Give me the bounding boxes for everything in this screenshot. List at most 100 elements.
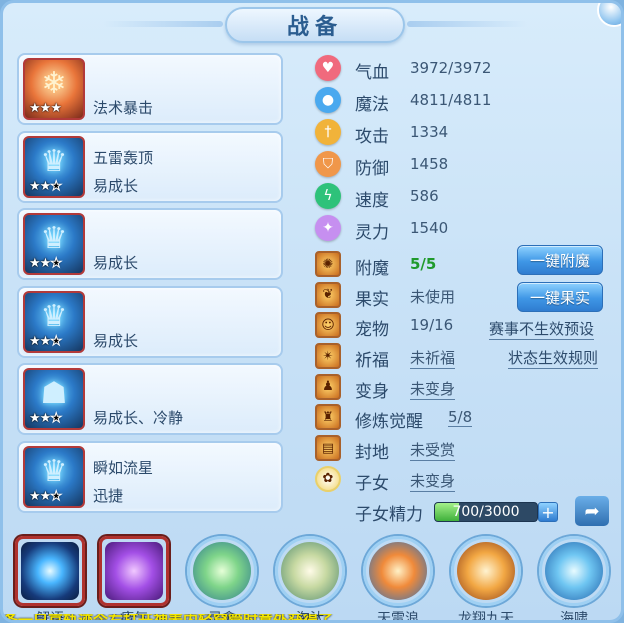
star-empty-icon: ★ <box>50 488 63 504</box>
equipment-list: ❄ ★★★ 法术暴击 ♛ ★★★ 五雷轰顶 易成长 ♛ ★★★ 易成长 ♛ ★★… <box>17 53 283 518</box>
equipment-panel: 战备 ❄ ★★★ 法术暴击 ♛ ★★★ 五雷轰顶 易成长 ♛ ★★★ 易成长 ♛… <box>0 0 624 623</box>
rules-link[interactable]: 状态生效规则 <box>508 347 599 369</box>
pray-icon[interactable]: ✴ <box>315 343 341 370</box>
skill-image <box>369 542 427 600</box>
equipment-item[interactable]: ☗ ★★★ 易成长、冷静 <box>17 363 283 435</box>
helmet-icon: ☗ ★★★ <box>23 368 85 430</box>
lightning-icon: ϟ <box>315 183 341 209</box>
armor-icon: ♛ ★★★ <box>23 290 85 353</box>
share-icon[interactable]: ➦ <box>575 496 609 526</box>
child-icon[interactable]: ✿ <box>315 465 341 492</box>
star-empty-icon: ★ <box>50 178 63 194</box>
armor-icon: ♛ ★★★ <box>23 445 85 508</box>
system-row: ▤ 封地 未受赏 <box>311 433 611 464</box>
close-icon[interactable] <box>597 3 621 27</box>
system-value[interactable]: 5/8 <box>448 408 473 428</box>
equipment-item[interactable]: ❄ ★★★ 法术暴击 <box>17 53 283 125</box>
star-filled-icon: ★ <box>39 411 52 426</box>
skill-image <box>545 542 603 600</box>
dragon-icon[interactable] <box>539 536 609 606</box>
skill-image <box>105 542 163 600</box>
equipment-trait: 法术暴击 <box>93 99 154 117</box>
star-filled-icon: ★ <box>29 178 41 194</box>
equipment-item[interactable]: ♛ ★★★ 五雷轰顶 易成长 <box>17 130 283 203</box>
equipment-item[interactable]: ♛ ★★★ 易成长 <box>17 208 283 280</box>
star-rating: ★★★ <box>29 256 62 272</box>
equipment-trait: 易成长 <box>93 331 139 350</box>
stat-value: 1458 <box>410 155 449 173</box>
monk-icon[interactable] <box>451 536 521 606</box>
system-value: 19/16 <box>410 316 454 335</box>
system-value[interactable]: 未受赏 <box>410 439 456 462</box>
star-rating: ★★★ <box>29 178 63 194</box>
stat-value: 1334 <box>410 123 449 141</box>
equipment-skill: 瞬如流星 <box>93 458 154 477</box>
heal-icon[interactable] <box>187 536 257 606</box>
add-energy-button[interactable]: + <box>538 502 558 522</box>
star-rating: ★★★ <box>29 488 63 504</box>
equipment-trait: 迅捷 <box>93 486 124 505</box>
blade-icon[interactable] <box>275 536 345 606</box>
system-label: 子女 <box>355 473 389 494</box>
skill-image <box>457 542 515 600</box>
stat-row: ✦ 灵力 1540 <box>311 213 611 245</box>
stat-value: 586 <box>410 187 439 205</box>
equipment-trait: 易成长 <box>93 176 139 195</box>
one-click-enchant-button[interactable]: 一键附魔 <box>517 245 603 275</box>
skill-image <box>281 542 339 600</box>
skill-image <box>193 542 251 600</box>
system-row: ♟ 变身 未变身 <box>311 372 611 403</box>
star-filled-icon: ★ <box>50 101 62 116</box>
system-label: 附魔 <box>355 259 389 279</box>
child-energy-value: 700/3000 <box>452 504 520 520</box>
equipment-item[interactable]: ♛ ★★★ 瞬如流星 迅捷 <box>17 440 283 513</box>
stat-row: ϟ 速度 586 <box>311 181 611 213</box>
enchant-icon[interactable]: ✺ <box>315 251 341 277</box>
stats-list: ♥ 气血 3972/3972 ● 魔法 4811/4811 † 攻击 1334 … <box>311 53 611 245</box>
system-row: ♜ 修炼觉醒 5/8 <box>311 402 611 433</box>
star-filled-icon: ★ <box>39 488 52 504</box>
system-label: 修炼觉醒 <box>355 412 423 433</box>
star-filled-icon: ★ <box>39 178 52 194</box>
star-rating: ★★★ <box>29 101 62 116</box>
system-row: ✿ 子女 未变身 <box>311 464 611 495</box>
transform-icon[interactable]: ♟ <box>315 373 341 400</box>
scrolling-ticker: 条一只京轨迹今右打开神表内轻穿管时意外获得了 <box>3 614 334 623</box>
child-energy-label: 子女精力 <box>355 505 423 525</box>
armor-icon: ♛ ★★★ <box>23 135 85 198</box>
star-filled-icon: ★ <box>29 101 41 116</box>
star-rating: ★★★ <box>29 411 63 427</box>
title-wing-right <box>407 21 527 27</box>
fief-icon[interactable]: ▤ <box>315 435 341 462</box>
stat-value: 1540 <box>410 219 449 237</box>
shield-icon: ⛉ <box>315 151 341 177</box>
pet-icon[interactable]: ☺ <box>315 312 341 339</box>
stat-label: 魔法 <box>355 95 389 115</box>
equipment-trait: 易成长、冷静 <box>93 409 184 427</box>
equipment-item[interactable]: ♛ ★★★ 易成长 <box>17 285 283 358</box>
mana-icon: ● <box>315 87 341 113</box>
orb-icon[interactable] <box>15 536 85 606</box>
wave-icon[interactable] <box>363 536 433 606</box>
preset-link[interactable]: 赛事不生效预设 <box>489 318 595 340</box>
star-filled-icon: ★ <box>29 333 41 349</box>
fruit-icon[interactable]: ❦ <box>315 281 341 308</box>
sword-icon: † <box>315 119 341 145</box>
system-value[interactable]: 未祈福 <box>410 347 456 370</box>
star-empty-icon: ★ <box>50 411 63 427</box>
system-value[interactable]: 未变身 <box>410 378 456 400</box>
miasma-icon[interactable] <box>99 536 169 606</box>
page-title: 战备 <box>225 7 405 43</box>
star-empty-icon: ★ <box>50 333 63 349</box>
stat-value: 3972/3972 <box>410 59 492 77</box>
star-filled-icon: ★ <box>29 411 41 426</box>
equipment-trait: 易成长 <box>93 254 139 272</box>
armor-icon: ♛ ★★★ <box>23 213 85 275</box>
system-label: 果实 <box>355 289 389 310</box>
skill-image <box>21 542 79 600</box>
system-value[interactable]: 未变身 <box>410 470 456 492</box>
cultivate-icon[interactable]: ♜ <box>315 404 341 431</box>
stat-row: ● 魔法 4811/4811 <box>311 85 611 117</box>
title-wing-left <box>103 21 223 27</box>
one-click-fruit-button[interactable]: 一键果实 <box>517 282 603 312</box>
